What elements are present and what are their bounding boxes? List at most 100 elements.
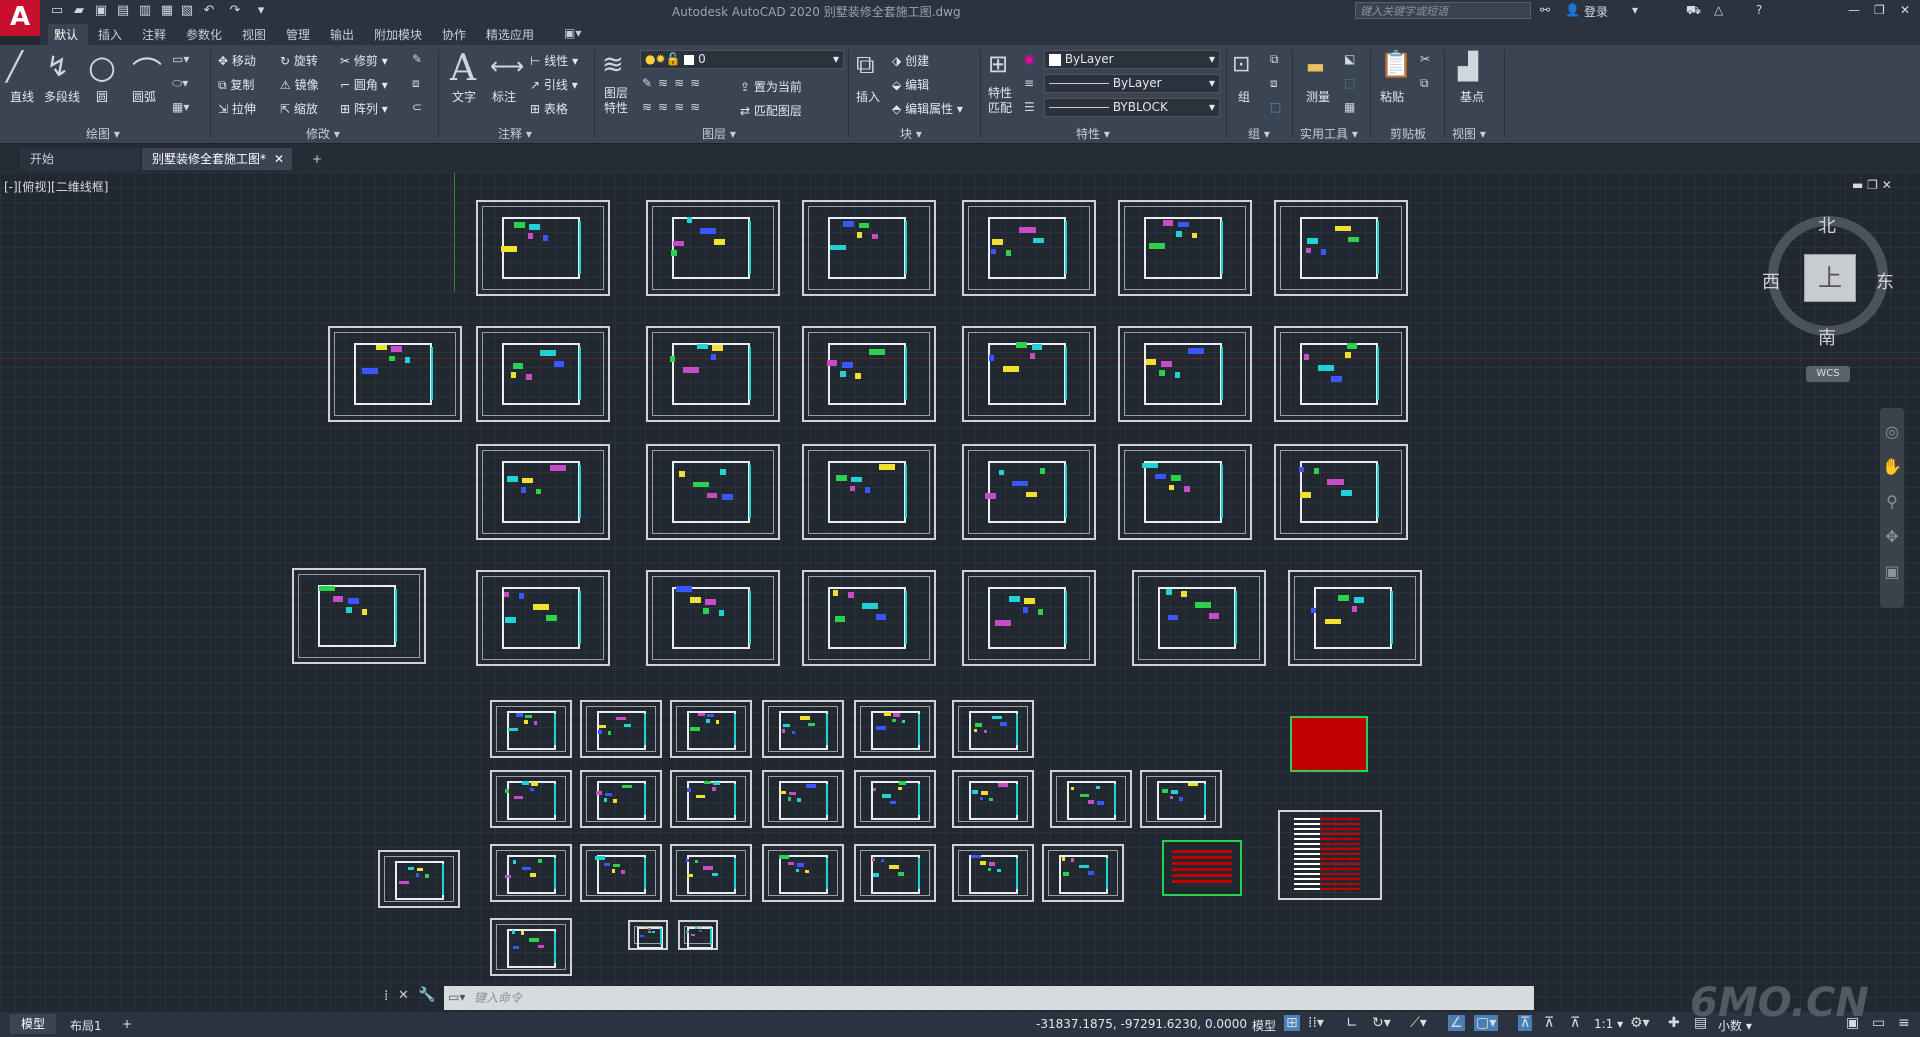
set-current-button[interactable]: ⇪ 置为当前 xyxy=(740,78,802,95)
tab-featured-apps[interactable]: 精选应用 xyxy=(486,26,534,43)
cut-icon[interactable]: ✂ xyxy=(1420,52,1430,66)
leader-button[interactable]: ↗ 引线 ▾ xyxy=(530,76,578,93)
tab-default[interactable]: 默认 xyxy=(54,26,78,43)
viewport-controls-label[interactable]: [-][俯视][二维线框] xyxy=(4,178,108,195)
move-button[interactable]: ✥ 移动 xyxy=(218,52,256,69)
tab-insert[interactable]: 插入 xyxy=(98,26,122,43)
search-input[interactable]: 键入关键字或短语 xyxy=(1355,2,1531,19)
drawing-canvas[interactable] xyxy=(0,172,1920,1015)
copy-button[interactable]: ⧉ 复制 xyxy=(218,76,254,93)
auto-scale-icon[interactable]: ⊼ xyxy=(1544,1015,1554,1031)
create-block-button[interactable]: ⬗ 创建 xyxy=(892,52,929,69)
command-close-icon[interactable]: ✕ xyxy=(398,988,409,1003)
steering-wheel-icon[interactable]: ◎ xyxy=(1880,422,1904,441)
modify-panel-title[interactable]: 修改 ▾ xyxy=(306,125,340,142)
tab-view[interactable]: 视图 xyxy=(242,26,266,43)
print-icon[interactable]: ▦ xyxy=(158,2,176,20)
color-dropdown[interactable]: ByLayer ▾ xyxy=(1044,50,1220,69)
command-customize-icon[interactable]: 🔧 xyxy=(418,987,435,1003)
a360-icon[interactable]: △ xyxy=(1714,3,1723,17)
user-icon[interactable]: 👤 xyxy=(1565,3,1580,17)
tab-parametric[interactable]: 参数化 xyxy=(186,26,222,43)
orbit-icon[interactable]: ✥ xyxy=(1880,527,1904,546)
fillet-button[interactable]: ⌐ 圆角 ▾ xyxy=(340,76,388,93)
annotation-panel-title[interactable]: 注释 ▾ xyxy=(498,125,532,142)
annotation-scale-icon[interactable]: ⊼ xyxy=(1570,1015,1580,1031)
binoculars-icon[interactable]: ⚯ xyxy=(1540,3,1550,17)
compass-north[interactable]: 北 xyxy=(1818,212,1836,238)
gradient-icon[interactable]: ▦▾ xyxy=(172,100,189,114)
showmotion-icon[interactable]: ▣ xyxy=(1880,562,1904,581)
layer-properties-icon[interactable]: ≋ xyxy=(602,50,624,80)
annotation-visibility-icon[interactable]: ⊼ xyxy=(1518,1015,1533,1031)
minimize-icon[interactable]: — xyxy=(1848,3,1860,17)
tab-annotate[interactable]: 注释 xyxy=(142,26,166,43)
undo-icon[interactable]: ↶ xyxy=(200,2,218,20)
dimension-button[interactable]: 标注 xyxy=(492,88,516,105)
tab-collaborate[interactable]: 协作 xyxy=(442,26,466,43)
lineweight-dropdown[interactable]: BYBLOCK ▾ xyxy=(1044,98,1220,117)
block-panel-title[interactable]: 块 ▾ xyxy=(900,125,922,142)
command-line-grip-icon[interactable]: ⁞ xyxy=(384,988,388,1004)
rectangle-icon[interactable]: ▭▾ xyxy=(172,52,189,66)
isodraft-icon[interactable]: ⟋▾ xyxy=(1410,1015,1427,1031)
draw-panel-title[interactable]: 绘图 ▾ xyxy=(86,125,120,142)
select-all-icon[interactable]: ⬚ xyxy=(1344,76,1355,90)
measure-icon[interactable]: ▬ xyxy=(1306,54,1325,78)
mirror-button[interactable]: ⚠ 镜像 xyxy=(280,76,319,93)
layer-tools-row1[interactable]: ✎≋≋≋ xyxy=(642,76,706,90)
properties-panel-title[interactable]: 特性 ▾ xyxy=(1076,125,1110,142)
trim-button[interactable]: ✂ 修剪 ▾ xyxy=(340,52,388,69)
utilities-panel-title[interactable]: 实用工具 ▾ xyxy=(1300,125,1358,142)
polar-icon[interactable]: ↻▾ xyxy=(1372,1015,1391,1031)
group-edit-icon[interactable]: ⧈ xyxy=(1270,76,1278,91)
app-store-icon[interactable]: ⛟ xyxy=(1686,3,1701,19)
new-file-icon[interactable]: ▭ xyxy=(48,2,66,20)
linear-button[interactable]: ⊢ 线性 ▾ xyxy=(530,52,578,69)
table-button[interactable]: ⊞ 表格 xyxy=(530,100,568,117)
scale-button[interactable]: ⇱ 缩放 xyxy=(280,100,318,117)
rotate-button[interactable]: ↻ 旋转 xyxy=(280,52,318,69)
new-tab-icon[interactable]: + xyxy=(302,148,332,170)
pan-icon[interactable]: ✋ xyxy=(1880,457,1904,476)
paste-button[interactable]: 粘贴 xyxy=(1380,88,1404,105)
insert-button[interactable]: 插入 xyxy=(856,88,880,105)
customize-icon[interactable]: ▾ xyxy=(252,2,270,20)
clean-screen-icon[interactable]: ▭ xyxy=(1872,1015,1885,1031)
explode-icon[interactable]: ⧈ xyxy=(412,76,420,91)
dimension-icon[interactable]: ⟷ xyxy=(490,52,524,80)
text-button[interactable]: 文字 xyxy=(452,88,476,105)
edit-block-button[interactable]: ⬙ 编辑 xyxy=(892,76,929,93)
workspace-gear-icon[interactable]: ⚙▾ xyxy=(1630,1015,1650,1031)
drawing-tab[interactable]: 别墅装修全套施工图* ✕ xyxy=(142,148,292,170)
text-icon[interactable]: A xyxy=(450,48,476,89)
layer-tools-row2[interactable]: ≋≋≋≋ xyxy=(642,100,706,114)
save-as-icon[interactable]: ▤ xyxy=(114,2,132,20)
ortho-icon[interactable]: ∟ xyxy=(1346,1015,1358,1031)
redo-icon[interactable]: ↷ xyxy=(226,2,244,20)
copy-clip-icon[interactable]: ⧉ xyxy=(1420,76,1429,91)
customize-status-icon[interactable]: ≡ xyxy=(1898,1015,1910,1031)
view-panel-title[interactable]: 视图 ▾ xyxy=(1452,125,1486,142)
erase-icon[interactable]: ✎ xyxy=(412,52,422,66)
layout1-tab[interactable]: 布局1 xyxy=(70,1017,102,1034)
match-properties-icon[interactable]: ⊞ xyxy=(988,50,1008,78)
wcs-menu[interactable]: WCS xyxy=(1806,366,1850,382)
group-panel-title[interactable]: 组 ▾ xyxy=(1248,125,1270,142)
layer-properties-button[interactable]: 图层 特性 xyxy=(604,86,634,116)
stretch-button[interactable]: ⇲ 拉伸 xyxy=(218,100,256,117)
tab-addins[interactable]: 附加模块 xyxy=(374,26,422,43)
base-point-icon[interactable]: ▟ xyxy=(1458,52,1478,82)
restore-icon[interactable]: ❐ xyxy=(1874,3,1885,17)
navigation-bar[interactable]: ◎ ✋ ⚲ ✥ ▣ xyxy=(1880,408,1904,608)
arc-button[interactable]: 圆弧 xyxy=(132,88,156,105)
circle-icon[interactable]: ○ xyxy=(88,48,116,86)
offset-icon[interactable]: ⊂ xyxy=(412,100,422,114)
insert-block-icon[interactable]: ⧉ xyxy=(856,50,875,81)
command-history-icon[interactable]: ▭▾ xyxy=(448,990,465,1004)
group-button[interactable]: 组 xyxy=(1238,88,1250,105)
compass-east[interactable]: 东 xyxy=(1876,268,1894,294)
tab-manage[interactable]: 管理 xyxy=(286,26,310,43)
cart-icon[interactable]: ▾ xyxy=(1632,3,1638,17)
annotation-monitor-icon[interactable]: ✚ xyxy=(1668,1015,1680,1031)
